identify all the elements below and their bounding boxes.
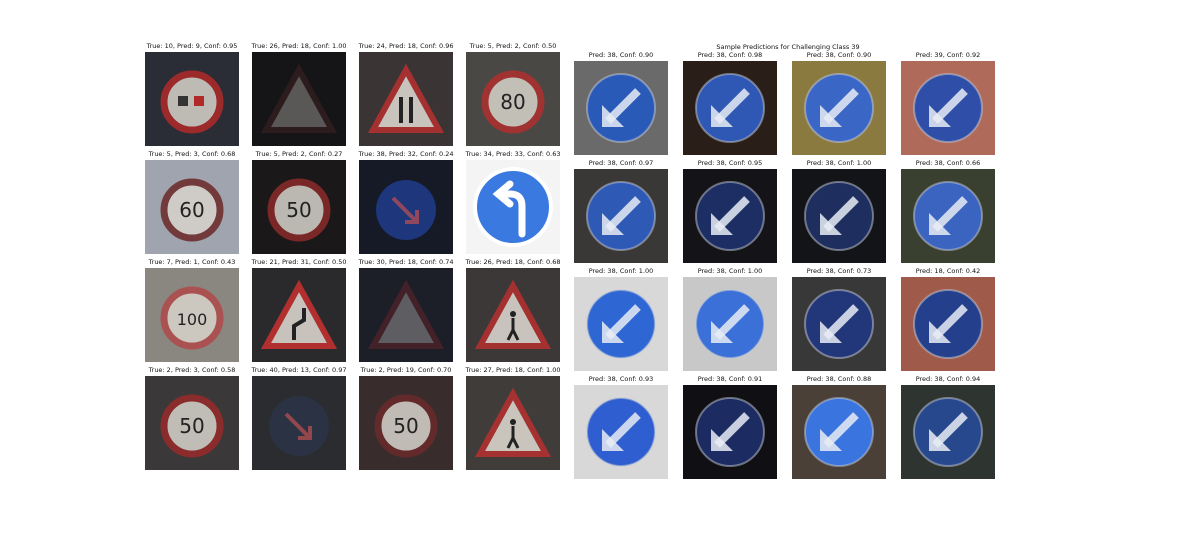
traffic-sign-image bbox=[792, 169, 886, 263]
traffic-sign-image bbox=[574, 385, 668, 479]
traffic-sign-image bbox=[252, 268, 346, 362]
traffic-sign-image bbox=[683, 169, 777, 263]
traffic-sign-image bbox=[574, 277, 668, 371]
traffic-sign-image bbox=[359, 160, 453, 254]
traffic-sign-image bbox=[792, 385, 886, 479]
thumbnail-caption: True: 34, Pred: 33, Conf: 0.63 bbox=[465, 150, 561, 158]
traffic-sign-image bbox=[466, 160, 560, 254]
traffic-sign-image bbox=[792, 277, 886, 371]
traffic-sign-image bbox=[901, 169, 995, 263]
traffic-sign-image bbox=[683, 277, 777, 371]
traffic-sign-image bbox=[901, 385, 995, 479]
sign-number: 100 bbox=[177, 310, 208, 329]
traffic-sign-image bbox=[252, 376, 346, 470]
traffic-sign-image bbox=[359, 268, 453, 362]
traffic-sign-image bbox=[359, 52, 453, 146]
traffic-sign-image bbox=[792, 61, 886, 155]
traffic-sign-image: 60 bbox=[145, 160, 239, 254]
thumbnail-caption: True: 26, Pred: 18, Conf: 0.68 bbox=[465, 258, 561, 266]
traffic-sign-image: 80 bbox=[466, 52, 560, 146]
right-panel-title: Sample Predictions for Challenging Class… bbox=[716, 43, 860, 51]
traffic-sign-image: 50 bbox=[359, 376, 453, 470]
traffic-sign-image: 50 bbox=[145, 376, 239, 470]
thumbnail-caption: Pred: 39, Conf: 0.92 bbox=[915, 51, 981, 59]
traffic-sign-image bbox=[466, 376, 560, 470]
traffic-sign-image bbox=[252, 52, 346, 146]
thumbnail-caption: Pred: 38, Conf: 0.94 bbox=[915, 375, 981, 383]
thumbnail-caption: Pred: 18, Conf: 0.42 bbox=[915, 267, 981, 275]
traffic-sign-image bbox=[574, 169, 668, 263]
sign-number: 60 bbox=[179, 198, 204, 222]
sign-number: 50 bbox=[179, 414, 204, 438]
traffic-sign-image bbox=[683, 61, 777, 155]
thumbnail-caption: True: 5, Pred: 2, Conf: 0.50 bbox=[469, 42, 557, 50]
traffic-sign-image bbox=[574, 61, 668, 155]
sign-number: 80 bbox=[500, 90, 525, 114]
traffic-sign-image bbox=[145, 52, 239, 146]
thumbnail-caption: Pred: 38, Conf: 0.66 bbox=[915, 159, 981, 167]
thumbnail-caption: True: 27, Pred: 18, Conf: 1.00 bbox=[465, 366, 561, 374]
sign-number: 50 bbox=[286, 198, 311, 222]
traffic-sign-image: 100 bbox=[145, 268, 239, 362]
traffic-sign-image: 50 bbox=[252, 160, 346, 254]
sign-number: 50 bbox=[393, 414, 418, 438]
traffic-sign-image bbox=[466, 268, 560, 362]
traffic-sign-image bbox=[901, 277, 995, 371]
traffic-sign-image bbox=[901, 61, 995, 155]
traffic-sign-image bbox=[683, 385, 777, 479]
